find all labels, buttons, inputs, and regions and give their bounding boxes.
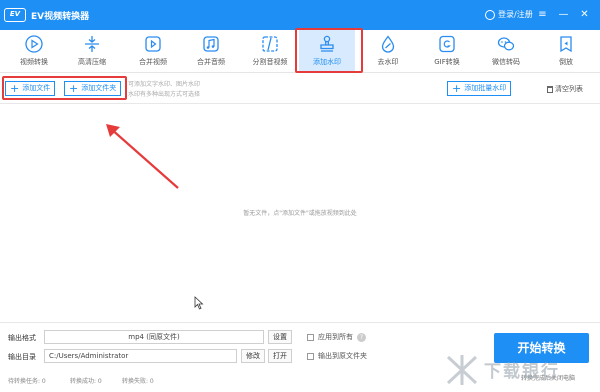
title-bar: EV EV视频转换器 登录/注册 ≡ — ✕	[0, 0, 600, 30]
tool-split[interactable]: 分割音视频	[242, 30, 298, 73]
open-button[interactable]: 打开	[268, 349, 292, 363]
output-format-select[interactable]: mp4 (同原文件)	[44, 330, 264, 344]
login-label: 登录/注册	[498, 10, 533, 19]
settings-button[interactable]: 设置	[268, 330, 292, 344]
tool-video-convert[interactable]: 视频转换	[6, 30, 62, 73]
merge-audio-icon	[203, 36, 219, 52]
tool-label: 视频转换	[20, 58, 48, 66]
wechat-icon	[497, 37, 515, 51]
rewind-icon	[560, 36, 572, 53]
output-format-label: 输出格式	[8, 334, 36, 342]
output-dir-label: 输出目录	[8, 353, 36, 361]
tool-remove-watermark[interactable]: 去水印	[360, 30, 416, 73]
video-convert-icon	[25, 35, 43, 53]
highlight-box-actions	[2, 76, 127, 100]
help-icon[interactable]: ?	[357, 332, 366, 342]
tool-gif[interactable]: GIF转换	[419, 30, 475, 73]
tool-merge-audio[interactable]: 合并音频	[183, 30, 239, 73]
login-button[interactable]: 登录/注册	[485, 9, 533, 20]
output-dir-field[interactable]: C:/Users/Administrator	[44, 349, 237, 363]
add-batch-watermark-button[interactable]: + 添加批量水印	[447, 81, 512, 96]
add-batch-watermark-label: 添加批量水印	[464, 84, 507, 92]
apply-all-label: 应用到所有	[318, 333, 353, 341]
annotation-arrow-icon	[106, 124, 179, 189]
minimize-button[interactable]: —	[557, 8, 570, 21]
tool-merge-video[interactable]: 合并视频	[125, 30, 181, 73]
status-success: 转换成功: 0	[70, 378, 102, 385]
app-logo: EV	[4, 8, 26, 22]
tool-label: 高清压缩	[78, 58, 106, 66]
output-to-source-checkbox[interactable]: 输出到原文件夹	[307, 351, 367, 361]
status-pending: 待转换任务: 0	[8, 378, 46, 385]
hint-line-1: 可添加文字水印、图片水印	[128, 81, 201, 88]
trash-icon	[547, 85, 553, 93]
tool-rewind[interactable]: 倒放	[538, 30, 594, 73]
tool-label: GIF转换	[434, 58, 460, 66]
cursor-icon	[194, 296, 204, 310]
tool-label: 合并视频	[139, 58, 167, 66]
tool-label: 去水印	[377, 58, 399, 66]
tool-label: 微信转码	[492, 58, 520, 66]
drop-icon	[381, 35, 395, 53]
apply-all-checkbox[interactable]: 应用到所有 ?	[307, 332, 366, 342]
close-button[interactable]: ✕	[578, 8, 591, 21]
tool-label: 倒放	[559, 58, 573, 66]
tool-compress[interactable]: 高清压缩	[64, 30, 120, 73]
app-title: EV视频转换器	[31, 12, 90, 22]
highlight-box-tool	[295, 28, 363, 73]
tool-wechat[interactable]: 微信转码	[478, 30, 534, 73]
checkbox-box	[307, 352, 314, 360]
status-failed: 转换失败: 0	[122, 378, 154, 385]
split-icon	[262, 36, 278, 52]
shutdown-after-label[interactable]: 转换完成后关闭电脑	[521, 373, 575, 382]
tool-label: 分割音视频	[252, 58, 288, 66]
start-convert-button[interactable]: 开始转换	[494, 333, 589, 363]
compress-icon	[85, 36, 99, 52]
divider	[0, 103, 600, 104]
gif-icon	[439, 35, 455, 53]
clear-list-label: 清空列表	[555, 85, 583, 93]
checkbox-box	[307, 333, 314, 341]
clear-list-button[interactable]: 清空列表	[547, 84, 583, 94]
plus-icon: +	[452, 82, 462, 95]
empty-drop-message: 暂无文件，点"添加文件"或拖放视频到此处	[243, 210, 357, 217]
hint-line-2: 水印有多种出现方式可选择	[128, 91, 201, 98]
menu-icon[interactable]: ≡	[536, 8, 549, 21]
user-icon	[485, 9, 495, 20]
output-to-source-label: 输出到原文件夹	[318, 352, 367, 360]
merge-video-icon	[145, 36, 161, 52]
tool-label: 合并音频	[197, 58, 225, 66]
modify-button[interactable]: 修改	[241, 349, 265, 363]
